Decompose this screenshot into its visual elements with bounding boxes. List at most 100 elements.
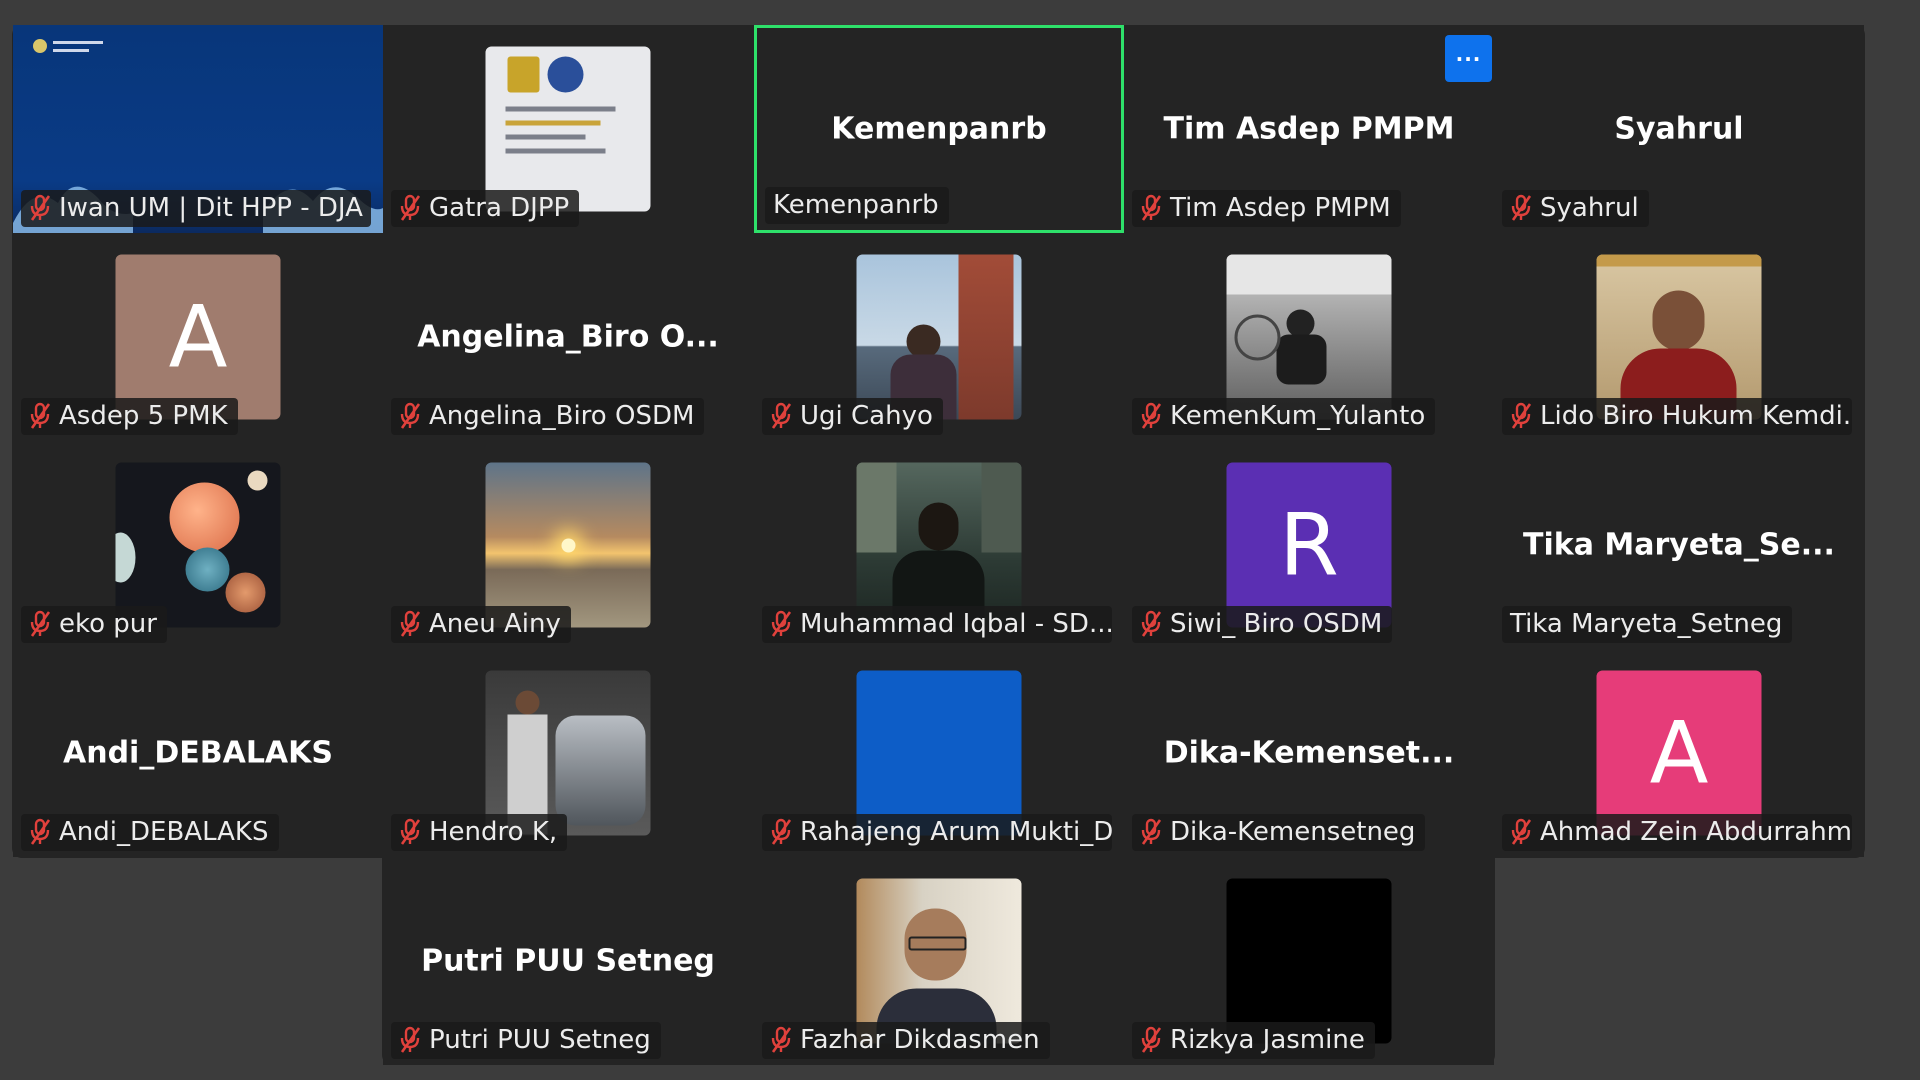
participant-name: Dika-Kemensetneg [1170,817,1416,847]
participant-name-label: Fazhar Dikdasmen [762,1022,1050,1059]
participant-video [115,462,281,628]
participant-tile[interactable]: Andi_DEBALAKS Andi_DEBALAKS [13,649,383,857]
participant-tile[interactable]: Dika-Kemenset... Dika-Kemensetneg [1124,649,1494,857]
participant-tile[interactable]: eko pur [13,441,383,649]
participant-tile[interactable]: Hendro K, [383,649,753,857]
participant-name: KemenKum_Yulanto [1170,401,1426,431]
participant-name: Aneu Ainy [429,609,561,639]
participant-tile[interactable]: Ugi Cahyo [754,233,1124,441]
mic-muted-icon [771,610,792,637]
participant-tile[interactable]: Iwan UM | Dit HPP - DJA [13,25,383,233]
participant-name-label: Rahajeng Arum Mukti_Di... [762,814,1112,851]
participant-video [485,462,651,628]
mic-muted-icon [30,818,51,845]
mic-muted-icon [1511,194,1532,221]
participant-display-name: Tim Asdep PMPM [1163,111,1455,147]
participant-name: Rizkya Jasmine [1170,1025,1365,1055]
mic-muted-icon [400,610,421,637]
participant-name: Asdep 5 PMK [59,401,228,431]
participant-tile[interactable]: A Asdep 5 PMK [13,233,383,441]
participant-name-label: Tim Asdep PMPM [1132,190,1401,227]
participant-video [1226,878,1392,1044]
participant-name: Angelina_Biro OSDM [429,401,695,431]
participant-tile[interactable]: R Siwi_ Biro OSDM [1124,441,1494,649]
avatar-initial: R [1279,495,1339,595]
participant-tile[interactable]: Gatra DJPP [383,25,753,233]
participant-name: Putri PUU Setneg [429,1025,651,1055]
mic-muted-icon [1511,402,1532,429]
participant-tile[interactable]: Rahajeng Arum Mukti_Di... [754,649,1124,857]
mic-muted-icon [30,194,51,221]
participant-name-label: Siwi_ Biro OSDM [1132,606,1393,643]
mic-muted-icon [1141,610,1162,637]
participant-tile[interactable]: Putri PUU Setneg Putri PUU Setneg [383,857,753,1065]
participant-tile[interactable]: Tika Maryeta_Se... Tika Maryeta_Setneg [1494,441,1864,649]
participant-name-label: Muhammad Iqbal - SD... [762,606,1112,643]
participant-name: Ahmad Zein Abdurrahm... [1540,817,1852,847]
participant-name-label: Kemenpanrb [765,187,949,224]
participant-display-name: Dika-Kemenset... [1163,735,1455,771]
participant-name: Syahrul [1540,193,1639,223]
participant-video [856,670,1022,836]
mic-muted-icon [1141,194,1162,221]
participant-tile[interactable]: Rizkya Jasmine [1124,857,1494,1065]
participant-name: Lido Biro Hukum Kemdi... [1540,401,1852,431]
participant-tile[interactable]: Fazhar Dikdasmen [754,857,1124,1065]
mic-muted-icon [771,402,792,429]
participant-tile[interactable]: Lido Biro Hukum Kemdi... [1494,233,1864,441]
participant-name-label: Gatra DJPP [391,190,580,227]
more-options-button[interactable]: ··· [1445,35,1492,82]
participant-name-label: KemenKum_Yulanto [1132,398,1436,435]
participant-display-name: Syahrul [1614,111,1744,147]
participant-name: Andi_DEBALAKS [59,817,269,847]
mic-muted-icon [771,818,792,845]
participant-video [485,670,651,836]
participant-tile[interactable]: Syahrul Syahrul [1494,25,1864,233]
participant-name-label: Angelina_Biro OSDM [391,398,705,435]
participant-display-name: Kemenpanrb [831,111,1047,147]
participant-tile[interactable]: Angelina_Biro O... Angelina_Biro OSDM [383,233,753,441]
participant-name: Fazhar Dikdasmen [800,1025,1040,1055]
participant-name: Tim Asdep PMPM [1170,193,1391,223]
participant-tile[interactable]: Tim Asdep PMPM Tim Asdep PMPM [1124,25,1494,233]
avatar: A [115,254,281,420]
participant-video [856,254,1022,420]
participant-name-label: Aneu Ainy [391,606,571,643]
participant-name-label: Dika-Kemensetneg [1132,814,1426,851]
participant-display-name: Putri PUU Setneg [421,943,715,979]
mic-muted-icon [1141,402,1162,429]
avatar: A [1596,670,1762,836]
participant-tile[interactable]: A Ahmad Zein Abdurrahm... [1494,649,1864,857]
participant-name: Kemenpanrb [773,190,939,220]
document-thumbnail [485,46,651,212]
participant-tile[interactable]: Aneu Ainy [383,441,753,649]
participant-name-label: Iwan UM | Dit HPP - DJA [21,190,371,227]
mic-muted-icon [1141,818,1162,845]
mic-muted-icon [400,402,421,429]
participant-name: Iwan UM | Dit HPP - DJA [59,193,363,223]
mic-muted-icon [400,1026,421,1053]
participant-display-name: Angelina_Biro O... [417,319,719,355]
participant-name: Ugi Cahyo [800,401,933,431]
mic-muted-icon [400,818,421,845]
avatar: R [1226,462,1392,628]
participant-video [1226,254,1392,420]
participant-name: Siwi_ Biro OSDM [1170,609,1383,639]
participant-tile[interactable]: Muhammad Iqbal - SD... [754,441,1124,649]
avatar-initial: A [168,287,228,387]
avatar-initial: A [1649,703,1709,803]
participant-name-label: Lido Biro Hukum Kemdi... [1502,398,1852,435]
participant-display-name: Andi_DEBALAKS [63,735,333,771]
participant-name-label: Rizkya Jasmine [1132,1022,1375,1059]
participant-tile[interactable]: KemenKum_Yulanto [1124,233,1494,441]
mic-muted-icon [400,194,421,221]
mic-muted-icon [1511,818,1532,845]
participant-name: Hendro K, [429,817,558,847]
participant-name-label: Ahmad Zein Abdurrahm... [1502,814,1852,851]
participant-name-label: Syahrul [1502,190,1649,227]
participant-name: Tika Maryeta_Setneg [1510,609,1783,639]
mic-muted-icon [771,1026,792,1053]
participant-name: Muhammad Iqbal - SD... [800,609,1112,639]
mic-muted-icon [1141,1026,1162,1053]
participant-tile[interactable]: Kemenpanrb Kemenpanrb [754,25,1124,233]
